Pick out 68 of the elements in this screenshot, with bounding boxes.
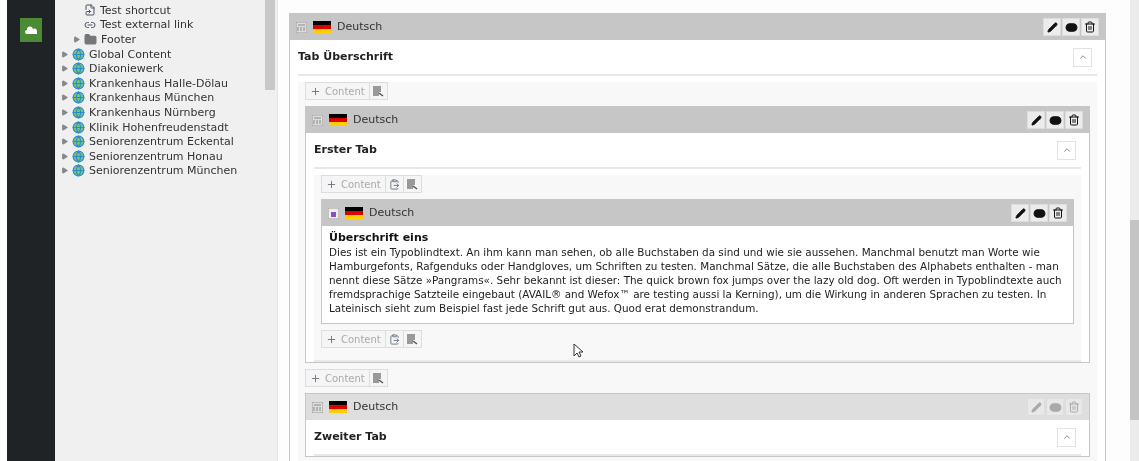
plus-icon bbox=[326, 178, 337, 190]
flag-icon bbox=[345, 206, 363, 220]
expand-arrow-icon[interactable] bbox=[61, 152, 68, 160]
expand-arrow-icon[interactable] bbox=[61, 94, 68, 102]
language-label: Deutsch bbox=[353, 111, 399, 128]
flag-icon bbox=[313, 20, 331, 34]
delete-button[interactable] bbox=[1065, 111, 1083, 129]
edit-button[interactable] bbox=[1011, 204, 1029, 222]
grid-element-icon bbox=[296, 21, 307, 33]
edit-button[interactable] bbox=[1027, 111, 1045, 129]
tree-item-label[interactable]: Diakoniewerk bbox=[89, 63, 164, 75]
flag-icon bbox=[329, 400, 347, 414]
delete-button[interactable] bbox=[1081, 18, 1099, 36]
expand-arrow-icon[interactable] bbox=[61, 79, 68, 87]
expand-arrow-icon[interactable] bbox=[61, 138, 68, 146]
toggle-visibility-button[interactable] bbox=[1030, 204, 1048, 222]
tab-title: Erster Tab bbox=[314, 141, 377, 158]
tree-item-label[interactable]: Seniorenzentrum Honau bbox=[89, 150, 223, 162]
chevron-up-icon bbox=[1061, 145, 1072, 155]
language-label: Deutsch bbox=[337, 18, 383, 35]
tree-item-label[interactable]: Krankenhaus Halle-Dölau bbox=[89, 77, 228, 89]
folder-icon bbox=[84, 33, 97, 46]
chevron-up-icon bbox=[1061, 432, 1072, 442]
clipboard-icon bbox=[388, 178, 400, 190]
wizard-icon bbox=[406, 333, 419, 345]
expand-arrow-icon[interactable] bbox=[61, 167, 68, 175]
clipboard-icon bbox=[388, 333, 400, 345]
wizard-icon bbox=[372, 85, 385, 97]
page-shortcut-icon bbox=[84, 4, 96, 17]
text-element-icon bbox=[328, 207, 339, 219]
tree-item-label[interactable]: Krankenhaus München bbox=[89, 92, 215, 104]
expand-arrow-icon[interactable] bbox=[73, 36, 80, 43]
wizard-icon bbox=[372, 372, 385, 384]
cloud-icon bbox=[25, 26, 37, 34]
delete-button[interactable] bbox=[1049, 204, 1067, 222]
mouse-cursor-icon bbox=[573, 343, 583, 358]
scrollbar-thumb[interactable] bbox=[265, 0, 275, 90]
expand-arrow-icon[interactable] bbox=[61, 65, 68, 73]
language-label: Deutsch bbox=[353, 398, 399, 415]
tree-item-label[interactable]: Footer bbox=[101, 34, 136, 45]
edit-button[interactable] bbox=[1043, 18, 1061, 36]
tree-item-label[interactable]: Krankenhaus Nürnberg bbox=[89, 106, 216, 118]
grid-element-icon bbox=[312, 114, 323, 126]
tree-item-label[interactable]: Test external link bbox=[100, 19, 194, 31]
chevron-up-icon bbox=[1077, 52, 1088, 62]
scrollbar-thumb[interactable] bbox=[1130, 220, 1139, 420]
toggle-visibility-button[interactable] bbox=[1046, 111, 1064, 129]
expand-arrow-icon[interactable] bbox=[61, 108, 68, 116]
language-label: Deutsch bbox=[369, 204, 415, 221]
tree-item-label[interactable]: Klinik Hohenfreudenstadt bbox=[89, 121, 229, 133]
app-logo-button[interactable] bbox=[20, 18, 42, 42]
tree-item-label[interactable]: Seniorenzentrum Eckental bbox=[89, 136, 234, 148]
plus-icon bbox=[310, 85, 321, 97]
tree-item-label[interactable]: Global Content bbox=[89, 48, 172, 60]
body-text: Dies ist ein Typoblindtext. An ihm kann man sehen, ob alle Buchstaben da sind und wie sie aussehen. Manchmal benutzt man Worte wie Hamburgefonts, Rafgenduks oder Handgloves, um Schriften zu testen. Manchmal Sätze, die alle Buchstaben des Alphabets enthalten - man nennt diese Sätze »Pangrams«. Sehr bekannt ist dieser: The quick brown fox jumps over the lazy old dog. Oft werden in Typoblindtexte auch fremdsprachige Satzteile eingebaut (AVAIL® and Wefox™ are testing aussi la Kerning), um die Wirkung in anderen Sprachen zu testen. In Lateinisch sieht zum Beispiel fast jede Schrift gut aus. Quod erat demonstrandum. bbox=[329, 245, 1063, 315]
wizard-icon bbox=[406, 178, 419, 190]
flag-icon bbox=[329, 113, 347, 127]
plus-icon bbox=[326, 333, 337, 345]
plus-icon bbox=[310, 372, 321, 384]
expand-arrow-icon[interactable] bbox=[61, 123, 68, 131]
tab-title: Tab Überschrift bbox=[298, 48, 394, 65]
tab-title: Zweiter Tab bbox=[314, 428, 387, 445]
toggle-visibility-button[interactable] bbox=[1062, 18, 1080, 36]
expand-arrow-icon[interactable] bbox=[61, 50, 68, 58]
grid-element-icon bbox=[312, 401, 323, 413]
tree-item-label[interactable]: Seniorenzentrum München bbox=[89, 165, 238, 177]
tree-item-label[interactable]: Test shortcut bbox=[100, 4, 171, 16]
text-heading: Überschrift eins bbox=[329, 231, 430, 245]
